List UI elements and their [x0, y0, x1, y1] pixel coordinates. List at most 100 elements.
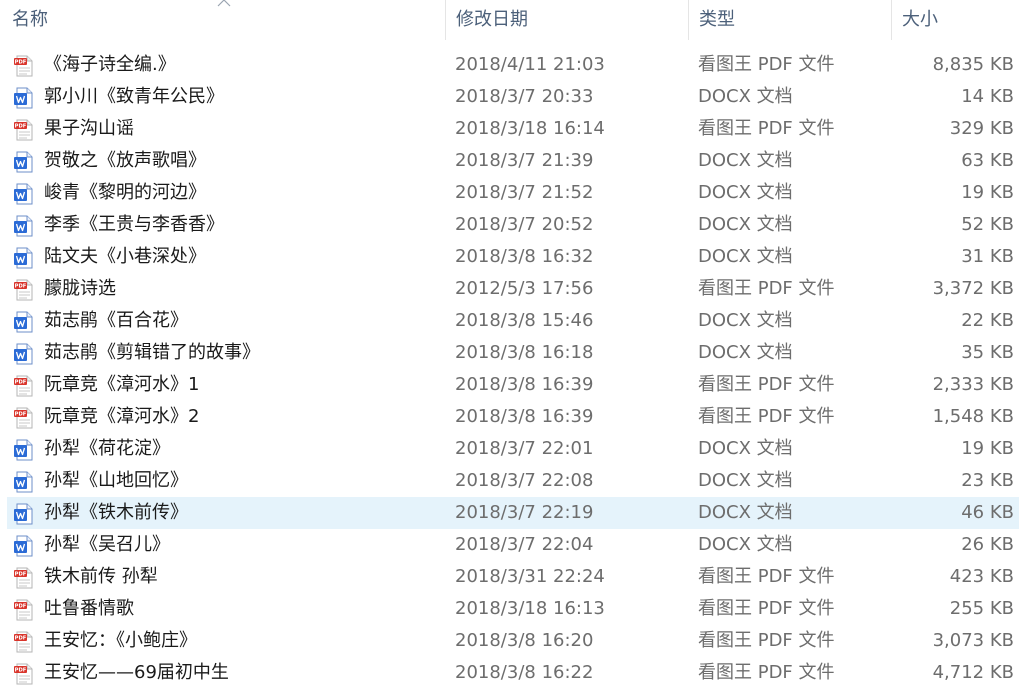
file-name: 孙犁《荷花淀》	[44, 438, 170, 459]
file-name: 吐鲁番情歌	[44, 598, 134, 619]
file-row[interactable]: PDF 朦胧诗选 2012/5/3 17:56 看图王 PDF 文件 3,372 KB	[7, 273, 1019, 305]
file-name: 《海子诗全编.》	[44, 54, 176, 75]
file-size: 19 KB	[961, 438, 1014, 459]
file-type: 看图王 PDF 文件	[698, 406, 835, 427]
file-row[interactable]: PDF 铁木前传 孙犁 2018/3/31 22:24 看图王 PDF 文件 423 …	[7, 561, 1019, 593]
file-date-modified: 2018/4/11 21:03	[455, 54, 605, 75]
svg-text:PDF: PDF	[15, 636, 27, 642]
pdf-file-icon: PDF	[14, 407, 33, 429]
file-date-modified: 2018/3/8 16:32	[455, 246, 594, 267]
file-type: 看图王 PDF 文件	[698, 566, 835, 587]
file-name: 郭小川《致青年公民》	[44, 86, 224, 107]
file-type: 看图王 PDF 文件	[698, 662, 835, 683]
file-type: DOCX 文档	[698, 534, 793, 555]
pdf-file-icon: PDF	[14, 119, 33, 141]
file-size: 1,548 KB	[932, 406, 1014, 427]
file-type: 看图王 PDF 文件	[698, 278, 835, 299]
file-name: 朦胧诗选	[44, 278, 116, 299]
column-header-date-modified[interactable]: 修改日期	[446, 0, 689, 40]
file-date-modified: 2018/3/7 22:08	[455, 470, 594, 491]
pdf-file-icon: PDF	[14, 279, 33, 301]
file-row[interactable]: 孙犁《吴召儿》 2018/3/7 22:04 DOCX 文档 26 KB	[7, 529, 1019, 561]
file-date-modified: 2018/3/7 20:52	[455, 214, 594, 235]
word-file-icon	[14, 471, 33, 493]
file-row[interactable]: PDF 吐鲁番情歌 2018/3/18 16:13 看图王 PDF 文件 255 KB	[7, 593, 1019, 625]
file-row[interactable]: PDF 《海子诗全编.》 2018/4/11 21:03 看图王 PDF 文件 8,8…	[7, 49, 1019, 81]
file-row[interactable]: 陆文夫《小巷深处》 2018/3/8 16:32 DOCX 文档 31 KB	[7, 241, 1019, 273]
file-date-modified: 2018/3/7 22:19	[455, 502, 594, 523]
column-header-size[interactable]: 大小	[892, 0, 1021, 40]
file-row[interactable]: 孙犁《铁木前传》 2018/3/7 22:19 DOCX 文档 46 KB	[7, 497, 1019, 529]
word-file-icon	[14, 247, 33, 269]
file-type: 看图王 PDF 文件	[698, 54, 835, 75]
file-row[interactable]: 峻青《黎明的河边》 2018/3/7 21:52 DOCX 文档 19 KB	[7, 177, 1019, 209]
file-type: DOCX 文档	[698, 342, 793, 363]
file-size: 26 KB	[961, 534, 1014, 555]
file-date-modified: 2018/3/31 22:24	[455, 566, 605, 587]
file-type: DOCX 文档	[698, 182, 793, 203]
file-type: DOCX 文档	[698, 150, 793, 171]
file-row[interactable]: 孙犁《荷花淀》 2018/3/7 22:01 DOCX 文档 19 KB	[7, 433, 1019, 465]
file-date-modified: 2018/3/7 22:04	[455, 534, 594, 555]
file-name: 铁木前传 孙犁	[44, 566, 158, 587]
file-row[interactable]: 李季《王贵与李香香》 2018/3/7 20:52 DOCX 文档 52 KB	[7, 209, 1019, 241]
file-size: 329 KB	[949, 118, 1014, 139]
word-file-icon	[14, 311, 33, 333]
file-size: 14 KB	[961, 86, 1014, 107]
svg-text:PDF: PDF	[15, 572, 27, 578]
column-header-name[interactable]: 名称	[0, 0, 446, 40]
file-row[interactable]: 孙犁《山地回忆》 2018/3/7 22:08 DOCX 文档 23 KB	[7, 465, 1019, 497]
word-file-icon	[14, 87, 33, 109]
file-name: 茹志鹃《剪辑错了的故事》	[44, 342, 260, 363]
pdf-file-icon: PDF	[14, 55, 33, 77]
file-name: 果子沟山谣	[44, 118, 134, 139]
file-row[interactable]: PDF 王安忆——69届初中生 2018/3/8 16:22 看图王 PDF 文件 4…	[7, 657, 1019, 689]
file-list: PDF 《海子诗全编.》 2018/4/11 21:03 看图王 PDF 文件 8,8…	[0, 49, 1021, 689]
svg-text:PDF: PDF	[15, 124, 27, 130]
file-date-modified: 2018/3/8 15:46	[455, 310, 594, 331]
column-header-type[interactable]: 类型	[689, 0, 892, 40]
file-date-modified: 2018/3/8 16:39	[455, 374, 594, 395]
file-date-modified: 2018/3/7 21:52	[455, 182, 594, 203]
file-date-modified: 2018/3/8 16:22	[455, 662, 594, 683]
file-name: 陆文夫《小巷深处》	[44, 246, 206, 267]
file-size: 19 KB	[961, 182, 1014, 203]
file-type: DOCX 文档	[698, 310, 793, 331]
file-name: 孙犁《山地回忆》	[44, 470, 188, 491]
file-type: 看图王 PDF 文件	[698, 374, 835, 395]
file-name: 李季《王贵与李香香》	[44, 214, 224, 235]
file-date-modified: 2018/3/18 16:14	[455, 118, 605, 139]
file-row[interactable]: PDF 果子沟山谣 2018/3/18 16:14 看图王 PDF 文件 329 KB	[7, 113, 1019, 145]
file-size: 8,835 KB	[932, 54, 1014, 75]
file-size: 35 KB	[961, 342, 1014, 363]
file-size: 46 KB	[961, 502, 1014, 523]
file-size: 423 KB	[949, 566, 1014, 587]
word-file-icon	[14, 503, 33, 525]
file-row[interactable]: 茹志鹃《剪辑错了的故事》 2018/3/8 16:18 DOCX 文档 35 KB	[7, 337, 1019, 369]
file-size: 23 KB	[961, 470, 1014, 491]
file-type: DOCX 文档	[698, 246, 793, 267]
svg-text:PDF: PDF	[15, 412, 27, 418]
file-row[interactable]: PDF 王安忆：《小鲍庄》 2018/3/8 16:20 看图王 PDF 文件 3,0…	[7, 625, 1019, 657]
file-row[interactable]: 贺敬之《放声歌唱》 2018/3/7 21:39 DOCX 文档 63 KB	[7, 145, 1019, 177]
file-type: 看图王 PDF 文件	[698, 598, 835, 619]
file-size: 4,712 KB	[932, 662, 1014, 683]
file-row[interactable]: PDF 阮章竞《漳河水》1 2018/3/8 16:39 看图王 PDF 文件 2,3…	[7, 369, 1019, 401]
file-name: 王安忆：《小鲍庄》	[44, 630, 197, 651]
file-row[interactable]: 郭小川《致青年公民》 2018/3/7 20:33 DOCX 文档 14 KB	[7, 81, 1019, 113]
file-size: 63 KB	[961, 150, 1014, 171]
file-name: 孙犁《铁木前传》	[44, 502, 188, 523]
file-type: DOCX 文档	[698, 470, 793, 491]
pdf-file-icon: PDF	[14, 599, 33, 621]
file-type: 看图王 PDF 文件	[698, 630, 835, 651]
file-size: 3,073 KB	[932, 630, 1014, 651]
file-row[interactable]: PDF 阮章竞《漳河水》2 2018/3/8 16:39 看图王 PDF 文件 1,5…	[7, 401, 1019, 433]
file-name: 阮章竞《漳河水》2	[44, 406, 200, 427]
pdf-file-icon: PDF	[14, 375, 33, 397]
file-date-modified: 2018/3/7 20:33	[455, 86, 594, 107]
file-name: 孙犁《吴召儿》	[44, 534, 170, 555]
file-row[interactable]: 茹志鹃《百合花》 2018/3/8 15:46 DOCX 文档 22 KB	[7, 305, 1019, 337]
file-name: 阮章竞《漳河水》1	[44, 374, 200, 395]
file-date-modified: 2018/3/18 16:13	[455, 598, 605, 619]
file-type: 看图王 PDF 文件	[698, 118, 835, 139]
